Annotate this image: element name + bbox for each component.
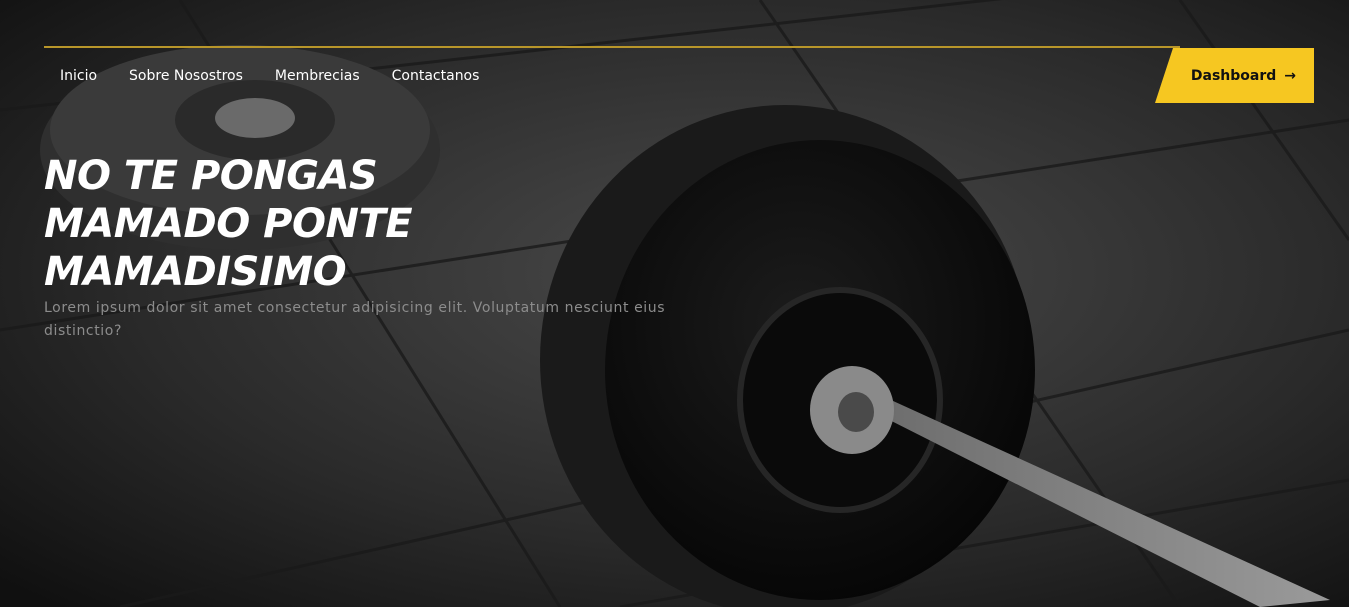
dashboard-button-label: Dashboard xyxy=(1190,67,1277,84)
nav-item-inicio[interactable]: Inicio xyxy=(44,68,113,84)
nav-divider-line xyxy=(44,46,1180,48)
nav-item-sobre-nosotros[interactable]: Sobre Nosostros xyxy=(113,68,259,84)
nav-item-membrecias[interactable]: Membrecias xyxy=(259,68,376,84)
main-nav: Inicio Sobre Nosostros Membrecias Contac… xyxy=(44,60,495,92)
dashboard-button[interactable]: Dashboard → xyxy=(1155,48,1314,103)
hero-subtitle: Lorem ipsum dolor sit amet consectetur a… xyxy=(44,300,666,339)
hero-title: NO TE PONGAS MAMADO PONTE MAMADISIMO xyxy=(44,153,413,295)
arrow-right-icon: → xyxy=(1284,67,1296,84)
nav-item-contactanos[interactable]: Contactanos xyxy=(376,68,496,84)
